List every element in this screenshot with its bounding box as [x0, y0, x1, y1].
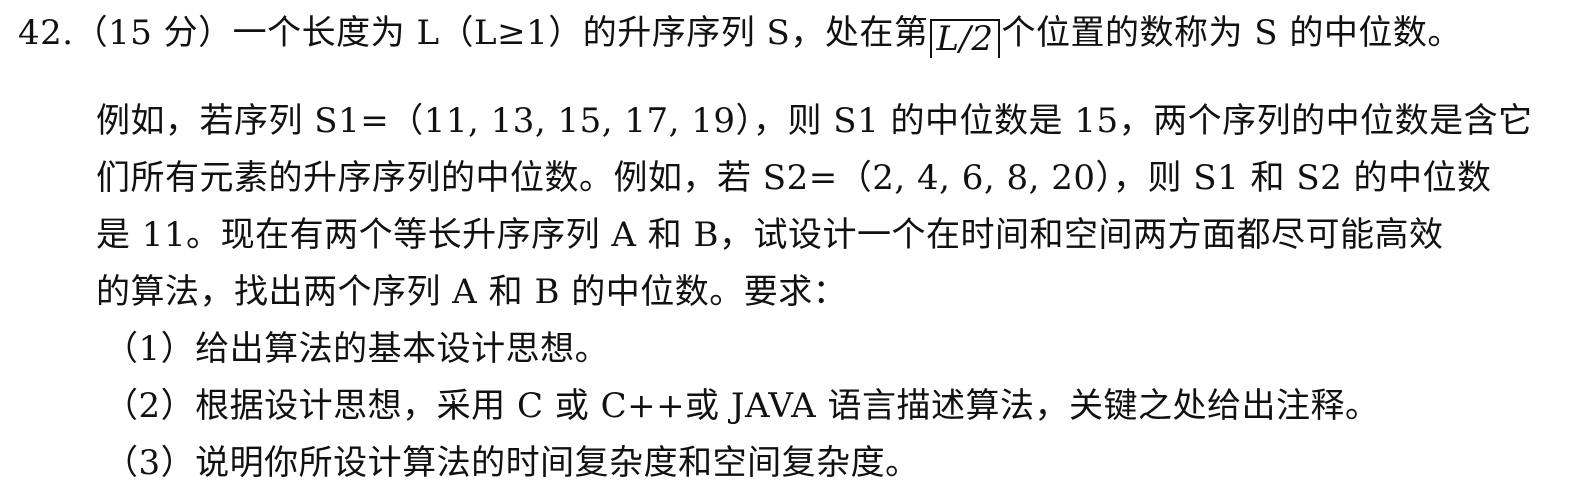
- requirement-2: （2）根据设计思想，采用 C 或 C++或 JAVA 语言描述算法，关键之处给出…: [104, 386, 1380, 426]
- question-suffix: 个位置的数称为 S 的中位数。: [1001, 13, 1462, 53]
- question-statement: 42.（15 分）一个长度为 L（L≥1）的升序序列 S，处在第 L/2 个位置的数…: [18, 13, 1462, 59]
- paragraph-line-2: 们所有元素的升序序列的中位数。例如，若 S2=（2, 4, 6, 8, 20），…: [96, 158, 1492, 198]
- exam-question-page: 42.（15 分）一个长度为 L（L≥1）的升序序列 S，处在第 L/2 个位置的数…: [0, 0, 1577, 489]
- paragraph-line-3: 是 11。现在有两个等长升序序列 A 和 B，试设计一个在时间和空间两方面都尽可…: [96, 215, 1444, 255]
- requirement-1: （1）给出算法的基本设计思想。: [104, 329, 610, 369]
- paragraph-line-4: 的算法，找出两个序列 A 和 B 的中位数。要求：: [96, 272, 848, 312]
- paragraph-line-1: 例如，若序列 S1=（11, 13, 15, 17, 19），则 S1 的中位数…: [96, 101, 1533, 141]
- requirement-3: （3）说明你所设计算法的时间复杂度和空间复杂度。: [104, 443, 920, 483]
- ceiling-expression: L/2: [930, 19, 1000, 59]
- question-prefix: 42.（15 分）一个长度为 L（L≥1）的升序序列 S，处在第: [18, 13, 929, 53]
